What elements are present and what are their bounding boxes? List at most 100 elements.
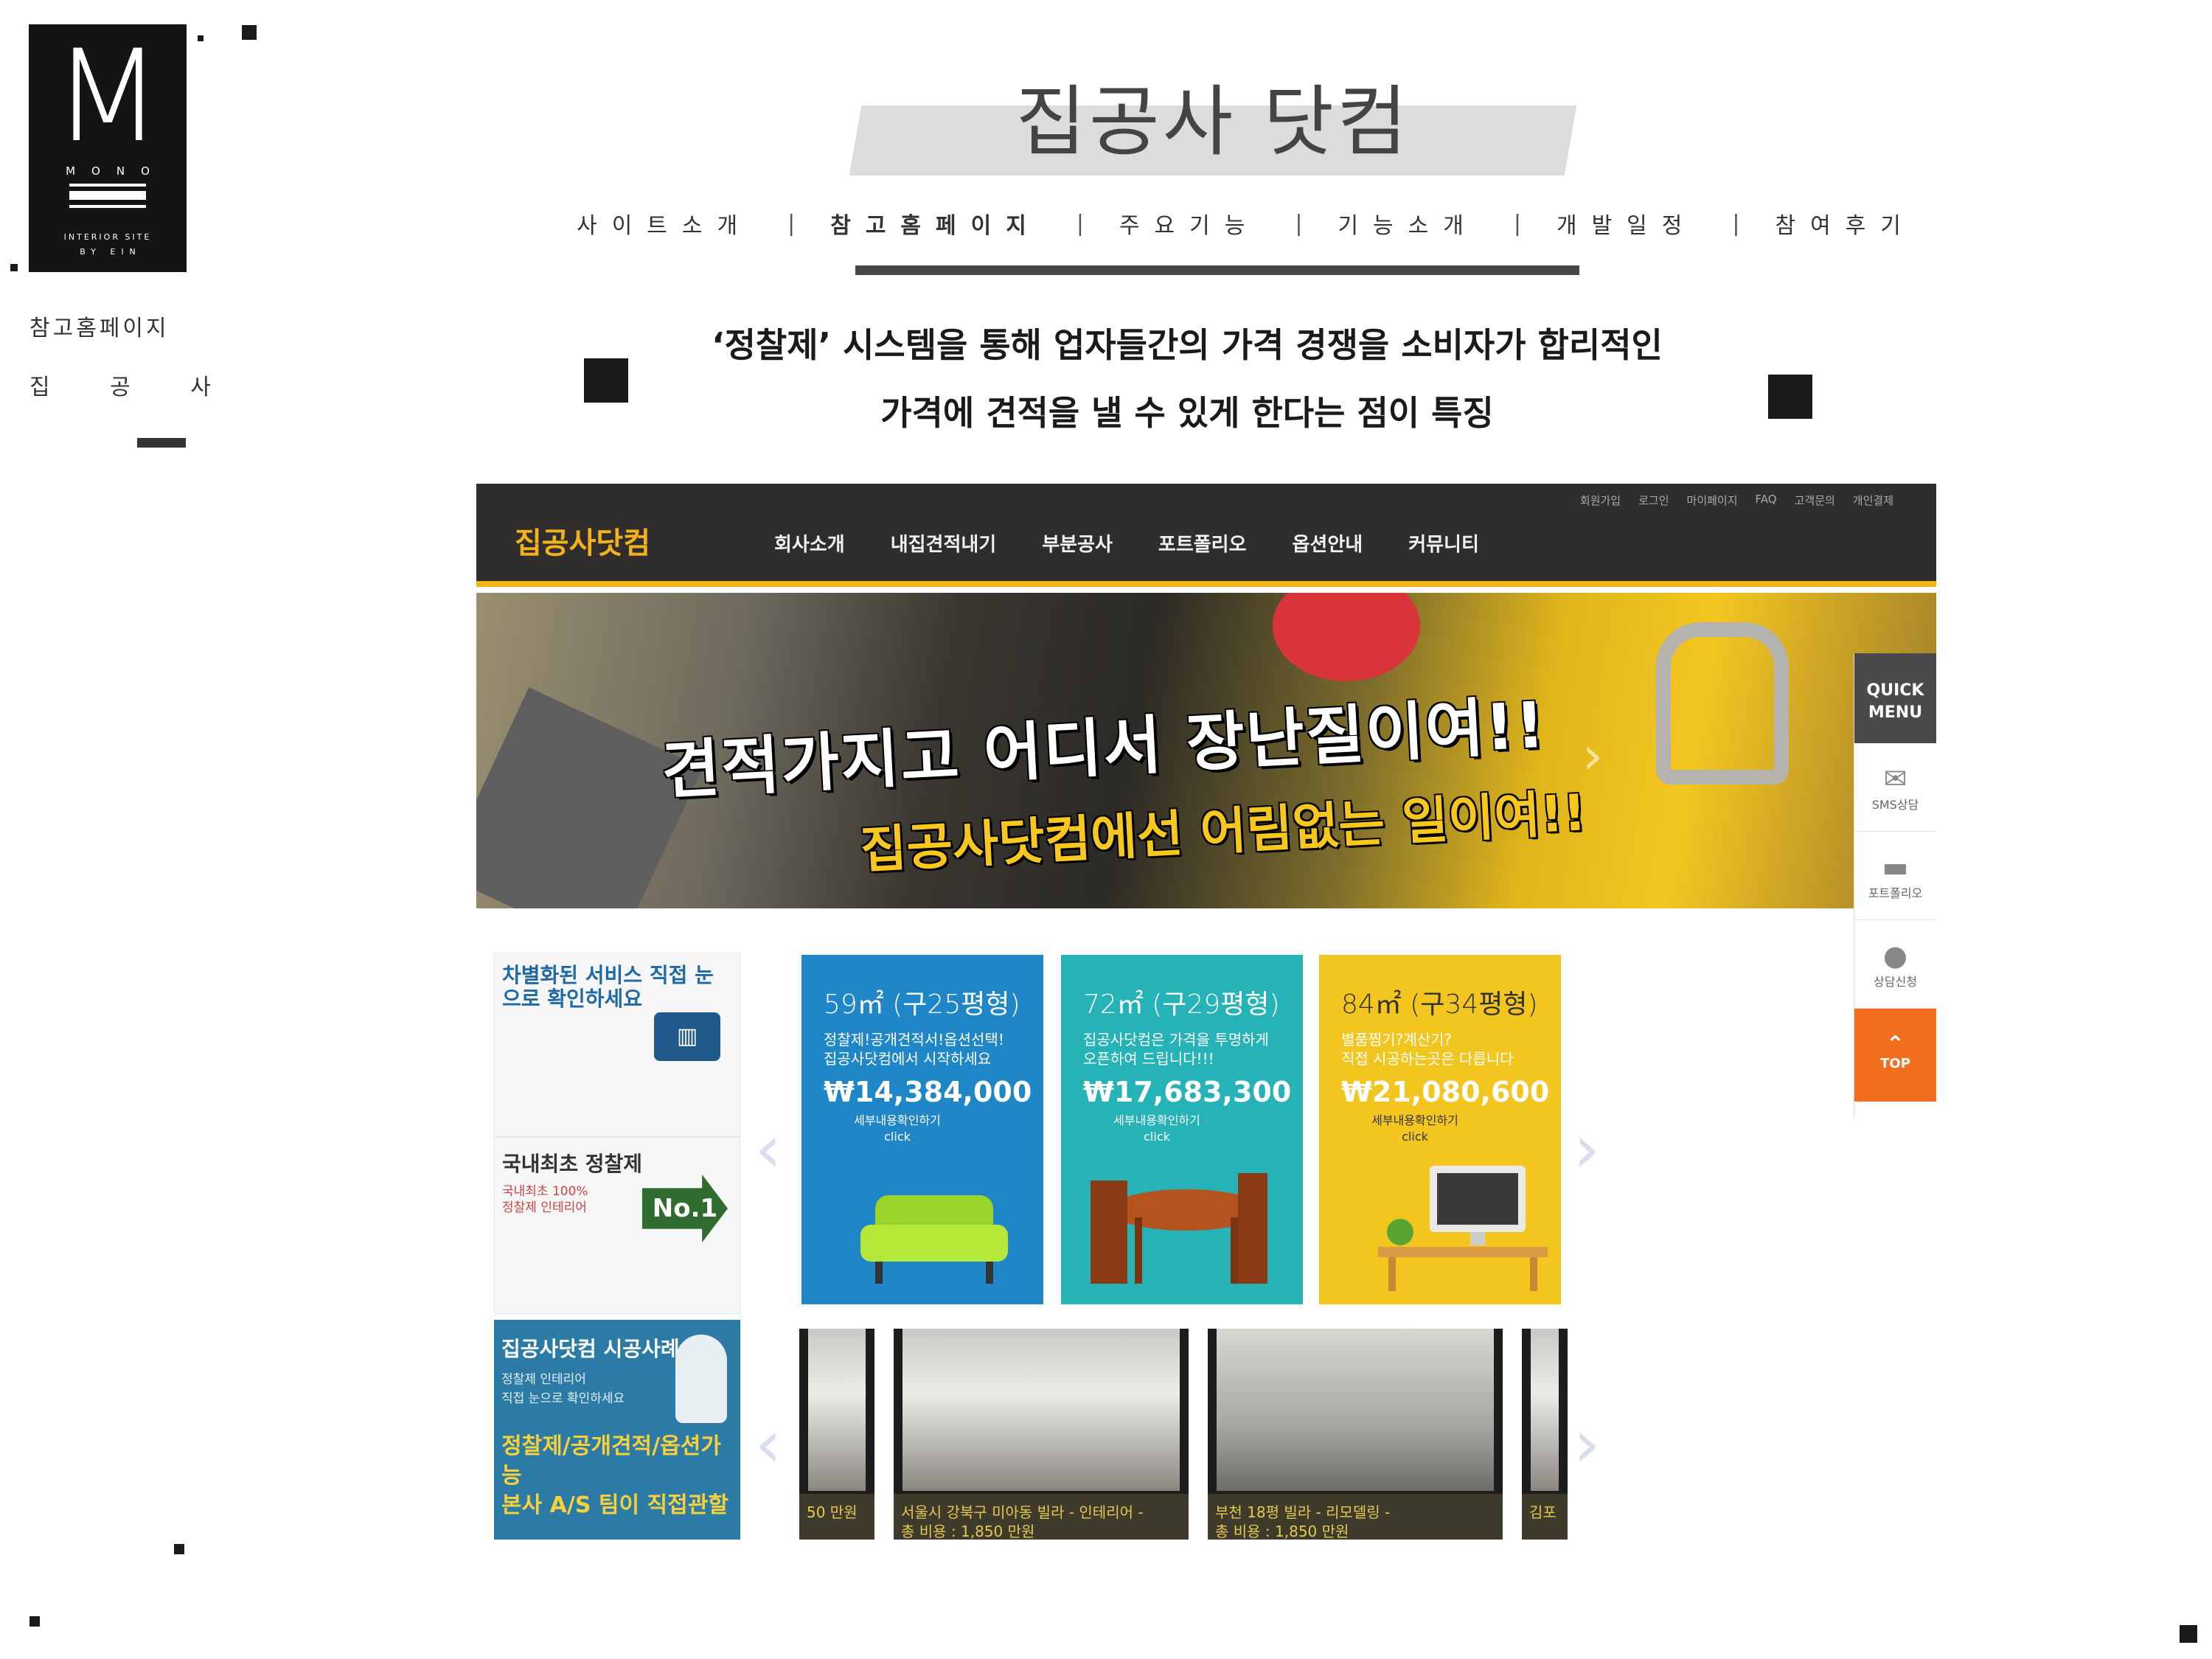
util-link-inquiry[interactable]: 고객문의 xyxy=(1795,493,1835,508)
price-card[interactable]: 59㎡ (구25평형) 정찰제!공개견적서!옵션선택! 집공사닷컴에서 시작하세… xyxy=(799,953,1046,1307)
card-click-label: click xyxy=(1402,1130,1428,1144)
description-line-2: 가격에 견적을 낼 수 있게 한다는 점이 특징 xyxy=(880,393,1494,433)
site-menu-item-options[interactable]: 옵션안내 xyxy=(1293,529,1363,557)
gallery-next-arrow-icon[interactable]: › xyxy=(1573,1405,1600,1483)
chevron-up-icon: ⌃ xyxy=(1885,1032,1905,1057)
quick-menu-sms-label: SMS상담 xyxy=(1871,798,1919,812)
description-line-1: ‘정찰제’ 시스템을 통해 업자들간의 가격 경쟁을 소비자가 합리적인 xyxy=(712,325,1663,365)
cards-prev-arrow-icon[interactable]: ‹ xyxy=(755,1110,782,1188)
util-link-payment[interactable]: 개인결제 xyxy=(1853,493,1893,508)
gallery-item[interactable]: 김포 xyxy=(1522,1329,1568,1540)
site-menu-item-company[interactable]: 회사소개 xyxy=(774,529,845,557)
card-desc-2: 집공사닷컴에서 시작하세요 xyxy=(824,1050,992,1068)
sofa-icon xyxy=(860,1195,1008,1284)
nav-active-underline xyxy=(855,265,1579,275)
chart-icon: ▥ xyxy=(654,1012,720,1061)
card-price: ₩21,080,600 xyxy=(1341,1076,1550,1108)
promo-service-title: 차별화된 서비스 직접 눈으로 확인하세요 xyxy=(502,963,714,1011)
site-header: 집공사닷컴 회원가입 로그인 마이페이지 FAQ 고객문의 개인결제 회사소개 … xyxy=(476,484,1936,587)
site-menu-item-estimate[interactable]: 내집견적내기 xyxy=(891,529,997,557)
quick-menu: QUICK MENU ✉ SMS상담 ▬ 포트폴리오 ● 상담신청 ⌃ TOP xyxy=(1854,653,1936,1118)
nav-separator: | xyxy=(1732,210,1740,237)
logo-subtitle-2: BY EIN xyxy=(80,247,142,257)
logo-subtitle: INTERIOR SITE xyxy=(63,232,152,242)
cards-next-arrow-icon[interactable]: › xyxy=(1573,1110,1600,1188)
card-area: 59㎡ (구25평형) xyxy=(824,990,1020,1020)
promo-cases-highlight: 정찰제/공개견적/옵션가능 본사 A/S 팀이 직접관할 xyxy=(494,1416,740,1520)
card-desc-1: 집공사닷컴은 가격을 투명하게 xyxy=(1083,1031,1269,1048)
promo-cases-highlight-2: 본사 A/S 팀이 직접관할 xyxy=(501,1492,728,1518)
quick-menu-sms[interactable]: ✉ SMS상담 xyxy=(1854,743,1936,832)
site-logo[interactable]: 집공사닷컴 xyxy=(515,519,650,562)
util-link-login[interactable]: 로그인 xyxy=(1638,493,1669,508)
gallery-photo xyxy=(1531,1329,1559,1491)
card-more-link[interactable]: 세부내용확인하기 click xyxy=(1319,1108,1511,1145)
gallery-caption: 서울시 강북구 미아동 빌라 - 인테리어 - 총 비용 : 1,850 만원 xyxy=(894,1494,1189,1540)
card-more-link[interactable]: 세부내용확인하기 click xyxy=(1061,1108,1253,1145)
gallery-caption-1: 서울시 강북구 미아동 빌라 - 인테리어 - xyxy=(901,1503,1144,1521)
chat-bubble-icon: ● xyxy=(1882,939,1908,972)
card-desc-1: 정찰제!공개견적서!옵션선택! xyxy=(824,1031,1004,1048)
quick-menu-portfolio[interactable]: ▬ 포트폴리오 xyxy=(1854,832,1936,920)
quick-menu-top-label: TOP xyxy=(1880,1056,1910,1071)
decor-square xyxy=(174,1544,184,1554)
card-more-label: 세부내용확인하기 xyxy=(854,1113,941,1127)
gallery-caption-1: 부천 18평 빌라 - 리모델링 - xyxy=(1215,1503,1391,1521)
price-card[interactable]: 84㎡ (구34평형) 별품찜기?계산기? 직접 시공하는곳은 다릅니다 ₩21… xyxy=(1317,953,1563,1307)
gallery-item[interactable]: 부천 18평 빌라 - 리모델링 - 총 비용 : 1,850 만원 xyxy=(1208,1329,1503,1540)
logo[interactable]: M MONO INTERIOR SITE BY EIN xyxy=(29,24,187,272)
nav-item-reviews[interactable]: 참여후기 xyxy=(1759,207,1931,240)
decor-square xyxy=(29,1616,40,1627)
nav-item-schedule[interactable]: 개발일정 xyxy=(1540,207,1713,240)
gallery-caption-2: 총 비용 : 1,850 만원 xyxy=(1215,1523,1349,1540)
site-menu-item-community[interactable]: 커뮤니티 xyxy=(1408,529,1479,557)
price-card[interactable]: 72㎡ (구29평형) 집공사닷컴은 가격을 투명하게 오픈하여 드립니다!!!… xyxy=(1059,953,1305,1307)
gallery-caption: 부천 18평 빌라 - 리모델링 - 총 비용 : 1,850 만원 xyxy=(1208,1494,1503,1540)
quick-menu-consult-label: 상담신청 xyxy=(1874,975,1917,989)
nav-separator: | xyxy=(1076,210,1084,237)
site-util-links: 회원가입 로그인 마이페이지 FAQ 고객문의 개인결제 xyxy=(1580,493,1893,508)
envelope-icon: ✉ xyxy=(1883,762,1907,795)
gallery-prev-arrow-icon[interactable]: ‹ xyxy=(755,1405,782,1483)
card-desc: 집공사닷컴은 가격을 투명하게 오픈하여 드립니다!!! xyxy=(1061,1021,1303,1068)
gallery-item[interactable]: 50 만원 xyxy=(799,1329,874,1540)
promo-first[interactable]: 국내최초 정찰제 국내최초 100% 정찰제 인테리어 No.1 xyxy=(494,1137,740,1314)
promo-service[interactable]: 차별화된 서비스 직접 눈으로 확인하세요 ▥ xyxy=(494,953,740,1137)
card-price: ₩14,384,000 xyxy=(824,1076,1032,1108)
util-link-mypage[interactable]: 마이페이지 xyxy=(1687,493,1738,508)
logo-bar xyxy=(69,184,146,187)
nav-item-site-intro[interactable]: 사이트소개 xyxy=(560,207,768,240)
site-menu-item-partial[interactable]: 부분공사 xyxy=(1042,529,1113,557)
card-area: 84㎡ (구34평형) xyxy=(1341,990,1538,1020)
util-link-faq[interactable]: FAQ xyxy=(1756,493,1777,508)
quick-menu-top-button[interactable]: ⌃ TOP xyxy=(1854,1009,1936,1102)
card-price: ₩17,683,300 xyxy=(1083,1076,1292,1108)
quick-menu-consult[interactable]: ● 상담신청 xyxy=(1854,920,1936,1009)
card-more-label: 세부내용확인하기 xyxy=(1371,1113,1458,1127)
site-menu-item-portfolio[interactable]: 포트폴리오 xyxy=(1158,529,1247,557)
gallery-item[interactable]: 서울시 강북구 미아동 빌라 - 인테리어 - 총 비용 : 1,850 만원 xyxy=(894,1329,1189,1540)
nav-item-main-features[interactable]: 주요기능 xyxy=(1103,207,1276,240)
gallery-caption-1: 김포 xyxy=(1529,1503,1557,1521)
card-click-label: click xyxy=(1144,1130,1170,1144)
nav-separator: | xyxy=(1513,210,1521,237)
banner-cap-shape xyxy=(1273,593,1420,681)
dining-table-icon xyxy=(1091,1173,1267,1284)
nav-item-feature-intro[interactable]: 기능소개 xyxy=(1321,207,1494,240)
card-desc-2: 오픈하여 드립니다!!! xyxy=(1083,1050,1214,1068)
decor-square xyxy=(242,25,257,40)
promo-cases[interactable]: 집공사닷컴 시공사례 정찰제 인테리어 직접 눈으로 확인하세요 정찰제/공개견… xyxy=(494,1320,740,1540)
gallery-photo xyxy=(1217,1329,1494,1491)
util-link-signup[interactable]: 회원가입 xyxy=(1580,493,1621,508)
site-header-accent xyxy=(476,581,1936,587)
gallery-caption: 50 만원 xyxy=(799,1494,874,1540)
gallery-photo xyxy=(902,1329,1180,1491)
quick-menu-title: QUICK MENU xyxy=(1854,653,1936,743)
desk-monitor-icon xyxy=(1378,1166,1548,1291)
nav-separator: | xyxy=(787,210,796,237)
folder-icon: ▬ xyxy=(1882,851,1909,883)
nav-item-reference[interactable]: 참고홈페이지 xyxy=(814,207,1057,240)
gallery-caption: 김포 xyxy=(1522,1494,1568,1540)
card-more-link[interactable]: 세부내용확인하기 click xyxy=(801,1108,993,1145)
banner-next-arrow-icon[interactable]: › xyxy=(1582,726,1603,786)
